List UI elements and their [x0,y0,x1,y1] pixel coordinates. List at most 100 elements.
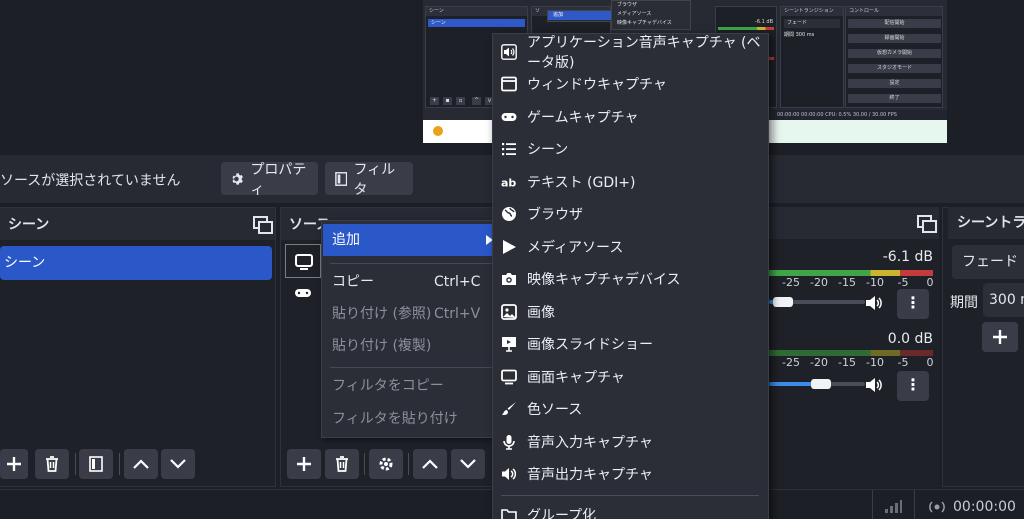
menu-separator [330,367,494,368]
transition-type-select[interactable]: フェード [952,245,1024,279]
submenu-item-text[interactable]: ab テキスト (GDI+) [493,166,768,198]
submenu-item-group[interactable]: グループ化 [493,499,768,519]
chevron-up-icon [422,459,438,469]
preview-filter-icon: ▫ [456,97,465,105]
submenu-item-video-capture-device[interactable]: 映像キャプチャデバイス [493,263,768,295]
speaker-icon[interactable] [865,295,883,311]
preview-duration: 期間 300 ms [784,32,815,38]
speaker-icon[interactable] [865,377,883,393]
submenu-separator [501,495,759,496]
source-list-item[interactable] [285,244,321,278]
channel2-volume-slider[interactable] [811,379,831,389]
submenu-item-label: 映像キャプチャデバイス [527,272,681,288]
remove-scene-button[interactable] [35,449,69,479]
move-source-down-button[interactable] [451,449,485,479]
camera-icon [502,273,516,285]
menu-item-paste-duplicate[interactable]: 貼り付け (複製) [323,330,499,362]
source-list-item[interactable] [285,280,321,308]
preview-submenu-item: メディアソース [617,11,652,17]
preview-context-menu: 追加 [547,10,615,22]
submenu-item-audio-output-capture[interactable]: 音声出力キャプチャ [493,458,768,490]
globe-icon [502,207,516,221]
svg-text:ab: ab [501,177,516,190]
brush-icon [502,402,516,415]
no-source-label: ソースが選択されていません [0,173,181,189]
scenes-dock: シーン シーン [0,207,276,487]
toolbar-divider [75,453,76,475]
scene-list-item[interactable]: シーン [0,246,272,280]
properties-button[interactable]: プロパティ [221,162,318,198]
undock-icon[interactable] [253,216,273,234]
menu-item-copy[interactable]: コピー Ctrl+C [323,266,499,298]
status-divider [872,490,873,519]
channel1-volume-slider[interactable] [773,297,793,307]
menu-item-label: 貼り付け (参照) [332,306,432,322]
channel1-ticks: -25 -20 -15 -10 -5 0 [782,276,934,289]
filters-button[interactable]: フィルタ [325,162,413,198]
menu-item-label: コピー [332,274,374,290]
duration-input[interactable]: 300 ms [983,283,1024,317]
submenu-item-app-audio-capture[interactable]: アプリケーション音声キャプチャ (ベータ版) [493,35,768,71]
properties-label: プロパティ [250,161,307,198]
channel1-db: -6.1 dB [882,249,933,265]
submenu-item-display-capture[interactable]: 画面キャプチャ [493,361,768,393]
preview-fade: フェード [784,19,840,28]
window-icon [501,76,517,92]
submenu-item-label: メディアソース [527,240,624,256]
add-transition-button[interactable] [982,322,1018,352]
preview-transitions-dock: シーントランジション フェード 期間 300 ms [780,6,844,108]
toolbar-divider [364,453,365,475]
submenu-item-browser[interactable]: ブラウザ [493,198,768,230]
preview-controls-dock: コントロール 配信開始 録画開始 仮想カメラ開始 スタジオモード 設定 終了 [845,6,943,108]
submenu-item-scene[interactable]: シーン [493,133,768,165]
undock-icon[interactable] [917,215,937,233]
preview-control-button: 終了 [848,94,941,103]
source-properties-button[interactable] [369,449,403,479]
move-scene-up-button[interactable] [124,449,158,479]
trash-icon [46,456,58,472]
submenu-item-label: グループ化 [527,508,597,519]
preview-up-icon: ^ [472,97,481,105]
preview-control-button: 録画開始 [848,34,941,43]
add-scene-button[interactable] [0,449,28,479]
submenu-item-label: シーン [527,142,569,158]
chevron-up-icon [133,459,149,469]
submenu-item-game-capture[interactable]: ゲームキャプチャ [493,101,768,133]
preview-vu-meter [718,27,774,30]
text-icon: ab [501,177,516,190]
submenu-item-image-slideshow[interactable]: 画像スライドショー [493,328,768,360]
menu-item-add[interactable]: 追加 [323,224,499,256]
channel2-menu-button[interactable]: ⋮ [897,371,929,401]
chevron-down-icon [460,459,476,469]
scene-filters-button[interactable] [79,449,113,479]
channel2-ticks: -25 -20 -15 -10 -5 0 [782,356,934,369]
move-source-up-button[interactable] [413,449,447,479]
speaker-icon [501,44,517,60]
menu-item-paste-reference[interactable]: 貼り付け (参照) Ctrl+V [323,298,499,330]
submenu-item-window-capture[interactable]: ウィンドウキャプチャ [493,68,768,100]
channel2-db: 0.0 dB [887,331,933,347]
chevron-down-icon [170,459,186,469]
monitor-icon [295,254,313,270]
submenu-item-image[interactable]: 画像 [493,296,768,328]
move-scene-down-button[interactable] [161,449,195,479]
filter-icon [335,171,348,186]
menu-separator [330,263,494,264]
menu-item-copy-filters[interactable]: フィルタをコピー [323,370,499,402]
menu-shortcut: Ctrl+V [434,306,481,322]
play-icon [503,240,516,254]
preview-trash-icon: ▪ [443,97,452,105]
remove-source-button[interactable] [325,449,359,479]
preview-submenu: ブラウザ メディアソース 映像キャプチャデバイス [611,0,691,30]
menu-item-paste-filters[interactable]: フィルタを貼り付け [323,403,499,435]
list-icon [502,143,516,156]
submenu-item-color-source[interactable]: 色ソース [493,393,768,425]
filter-icon [89,456,103,472]
submenu-item-media-source[interactable]: メディアソース [493,231,768,263]
slideshow-icon [502,337,516,352]
image-icon [501,304,517,320]
gamepad-icon [295,289,311,297]
add-source-button[interactable] [287,449,321,479]
channel1-menu-button[interactable]: ⋮ [897,289,929,319]
submenu-item-audio-input-capture[interactable]: 音声入力キャプチャ [493,426,768,458]
